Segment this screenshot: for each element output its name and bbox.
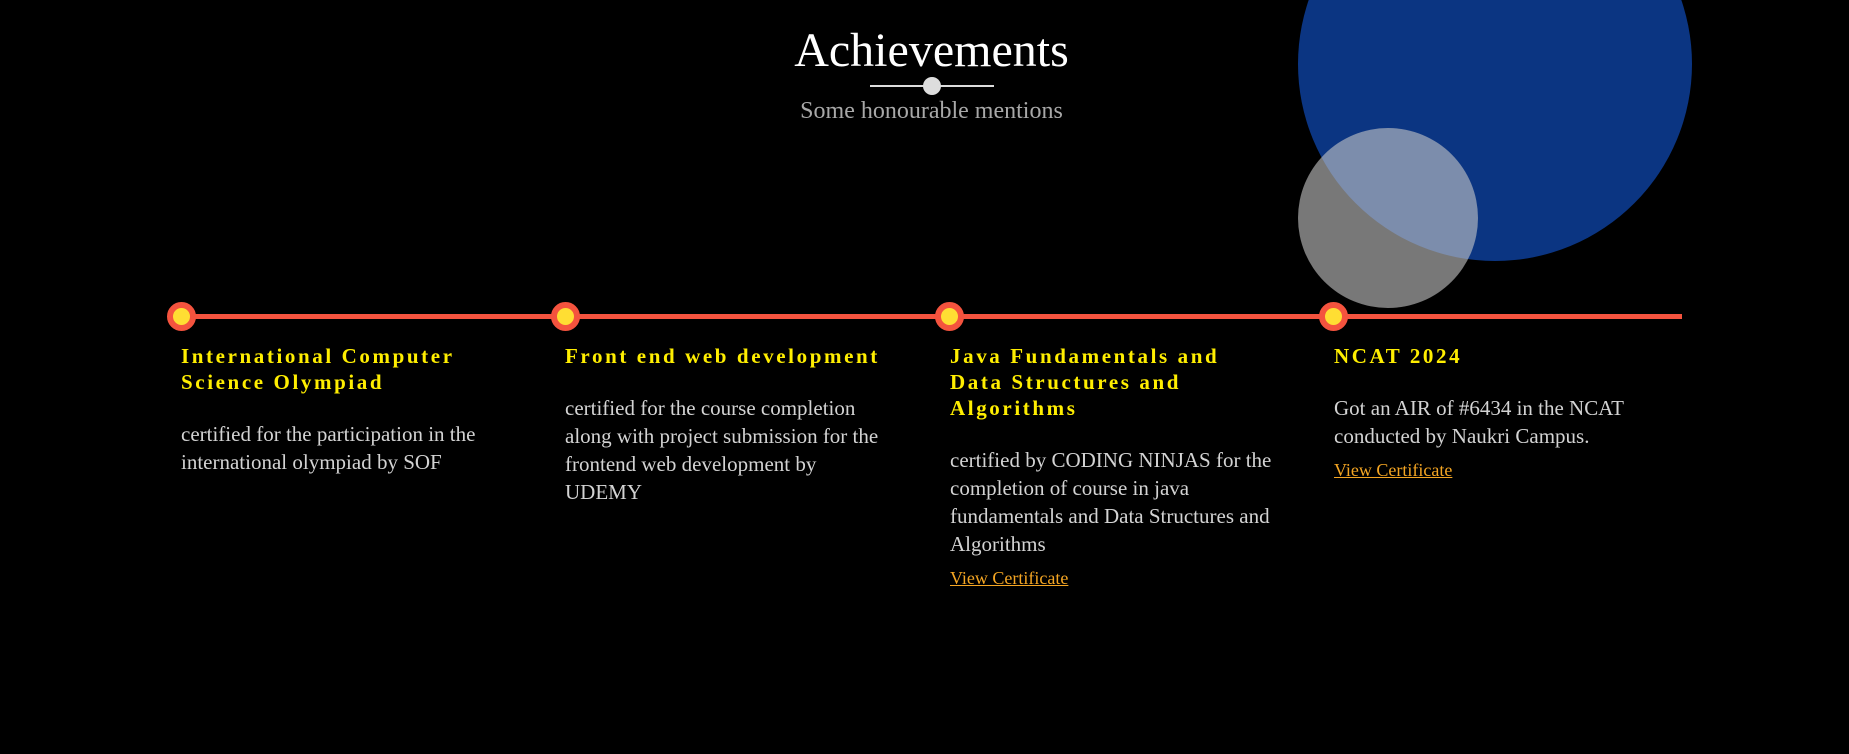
achievement-title: Front end web development [565, 344, 880, 368]
timeline-marker-2 [551, 302, 580, 331]
timeline-marker-3 [935, 302, 964, 331]
view-certificate-link[interactable]: View Certificate [1334, 460, 1452, 481]
achievement-description: certified for the course completion alon… [565, 396, 879, 504]
timeline-marker-4 [1319, 302, 1348, 331]
achievement-item-3: Java Fundamentals and Data Structures an… [950, 343, 1280, 589]
divider-dot [922, 77, 941, 95]
decorative-grey-circle [1298, 128, 1478, 308]
achievement-description: certified for the participation in the i… [181, 422, 476, 474]
achievement-item-1: International Computer Science Olympiad … [181, 343, 511, 476]
achievement-description: Got an AIR of #6434 in the NCAT conducte… [1334, 396, 1624, 448]
page-title: Achievements [794, 24, 1069, 77]
achievement-title: International Computer Science Olympiad [181, 344, 455, 394]
timeline-marker-1 [167, 302, 196, 331]
achievement-title: Java Fundamentals and Data Structures an… [950, 344, 1220, 420]
timeline-line [180, 314, 1682, 319]
section-header: Achievements Some honourable mentions [0, 20, 1849, 126]
achievements-page: Achievements Some honourable mentions In… [0, 0, 1849, 754]
achievement-description: certified by CODING NINJAS for the compl… [950, 448, 1272, 556]
achievement-item-2: Front end web development certified for … [565, 343, 895, 506]
achievement-item-4: NCAT 2024 Got an AIR of #6434 in the NCA… [1334, 343, 1664, 481]
view-certificate-link[interactable]: View Certificate [950, 568, 1068, 589]
page-subtitle: Some honourable mentions [800, 98, 1063, 124]
achievement-title: NCAT 2024 [1334, 344, 1463, 368]
title-divider [869, 76, 994, 96]
